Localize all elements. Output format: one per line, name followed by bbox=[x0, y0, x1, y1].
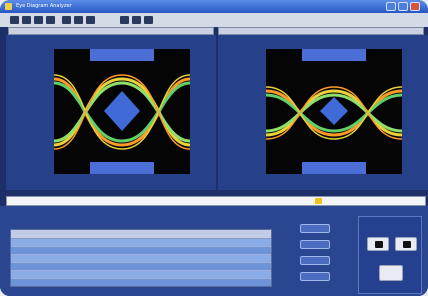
left-eye-panel bbox=[6, 35, 216, 190]
info-icon[interactable] bbox=[144, 16, 153, 24]
zoom-icon[interactable] bbox=[46, 16, 55, 24]
side-button-3[interactable] bbox=[300, 256, 330, 265]
maximize-button[interactable] bbox=[398, 2, 408, 11]
open-icon[interactable] bbox=[10, 16, 19, 24]
table-row[interactable] bbox=[11, 279, 271, 286]
title-bar: Eye Diagram Analyzer bbox=[0, 0, 428, 13]
table-row[interactable] bbox=[11, 271, 271, 279]
right-eye-panel bbox=[218, 35, 428, 190]
results-table bbox=[10, 229, 272, 287]
side-button-4[interactable] bbox=[300, 272, 330, 281]
side-button-2[interactable] bbox=[300, 240, 330, 249]
left-eye-plot[interactable] bbox=[54, 49, 190, 174]
bottom-mask bbox=[302, 162, 366, 174]
table-row[interactable] bbox=[11, 247, 271, 255]
table-row[interactable] bbox=[11, 239, 271, 247]
app-icon bbox=[5, 3, 12, 10]
capture-button[interactable] bbox=[367, 237, 389, 251]
stop-icon[interactable] bbox=[86, 16, 95, 24]
results-area bbox=[0, 206, 428, 296]
close-button[interactable] bbox=[410, 2, 420, 11]
settings-icon[interactable] bbox=[62, 16, 71, 24]
table-row[interactable] bbox=[11, 255, 271, 263]
right-panel-tabs bbox=[218, 27, 424, 35]
left-eye-diagram bbox=[54, 49, 190, 174]
top-mask bbox=[90, 49, 154, 61]
bottom-mask bbox=[90, 162, 154, 174]
right-eye-diagram bbox=[266, 49, 402, 174]
command-bar[interactable] bbox=[6, 196, 426, 206]
save-icon[interactable] bbox=[22, 16, 31, 24]
record-button[interactable] bbox=[395, 237, 417, 251]
marker-icon bbox=[315, 198, 322, 204]
run-icon[interactable] bbox=[74, 16, 83, 24]
app-window: Eye Diagram Analyzer bbox=[0, 0, 428, 296]
eye-mask-diamond bbox=[320, 97, 348, 125]
toolbar bbox=[0, 13, 428, 27]
zoom-button[interactable] bbox=[379, 265, 403, 281]
window-controls bbox=[386, 2, 420, 11]
help-icon[interactable] bbox=[132, 16, 141, 24]
table-header bbox=[11, 230, 271, 239]
print-icon[interactable] bbox=[34, 16, 43, 24]
side-button-1[interactable] bbox=[300, 224, 330, 233]
eye-mask-diamond bbox=[104, 91, 140, 131]
right-eye-plot[interactable] bbox=[266, 49, 402, 174]
camera-icon bbox=[375, 241, 383, 248]
left-panel-tabs bbox=[8, 27, 214, 35]
export-icon[interactable] bbox=[120, 16, 129, 24]
top-mask bbox=[302, 49, 366, 61]
minimize-button[interactable] bbox=[386, 2, 396, 11]
control-panel bbox=[358, 216, 422, 294]
record-icon bbox=[403, 241, 411, 248]
window-title: Eye Diagram Analyzer bbox=[16, 3, 72, 9]
table-row[interactable] bbox=[11, 263, 271, 271]
